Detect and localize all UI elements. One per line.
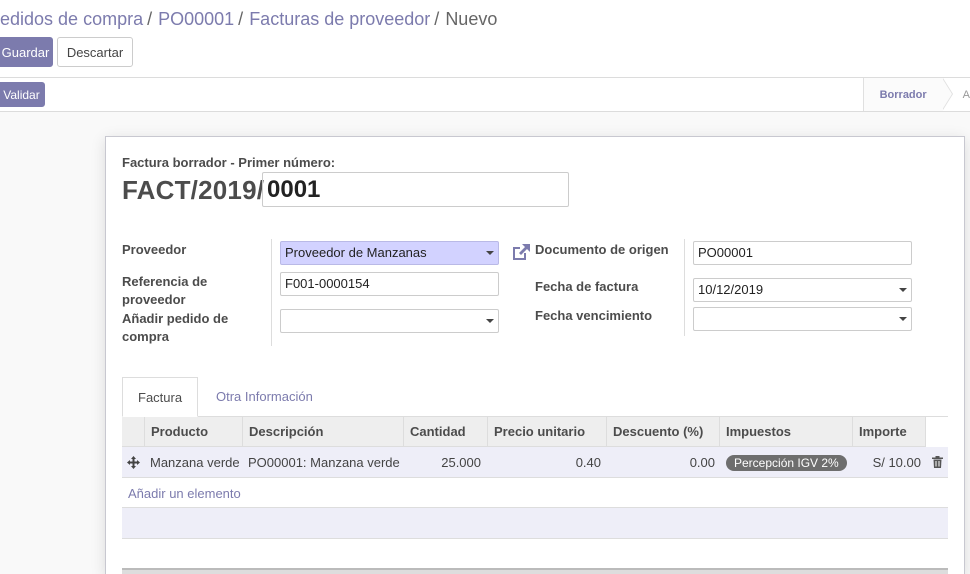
drag-handle-icon[interactable] [127,456,140,469]
draft-label: Factura borrador - Primer número: [122,155,336,170]
breadcrumb-separator: / [147,9,153,29]
table-header: Producto Descripción Cantidad Precio uni… [122,417,948,447]
add-purchase-order-select[interactable] [280,309,499,333]
source-document-input[interactable]: PO00001 [693,241,912,265]
due-date-label: Fecha vencimiento [535,308,653,323]
status-step-draft: Borrador [862,78,943,111]
add-line-link[interactable]: Añadir un elemento [128,486,241,501]
invoice-date-label: Fecha de factura [535,279,639,294]
save-button[interactable]: Guardar [0,37,53,67]
cell-discount[interactable]: 0.00 [606,447,715,478]
status-arrow-icon [941,78,959,111]
column-header-unit-price[interactable]: Precio unitario [487,417,607,447]
chevron-down-icon [899,317,907,321]
breadcrumb-purchase-orders[interactable]: edidos de compra [0,9,143,29]
supplier-reference-input[interactable]: F001-0000154 [280,272,499,296]
control-panel: edidos de compra / PO00001/Facturas de pro… [0,0,970,78]
status-step-next[interactable]: A [958,78,970,111]
breadcrumb-current: Nuevo [445,9,498,29]
supplier-label: Proveedor [122,242,187,257]
cell-quantity[interactable]: 25.000 [403,447,481,478]
invoice-date-input[interactable]: 10/12/2019 [693,278,912,302]
content-area: Factura borrador - Primer número: FACT/2… [0,112,970,574]
table-row[interactable]: Manzana verde PO00001: Manzana verde 25.… [122,447,948,478]
column-header-description[interactable]: Descripción [242,417,404,447]
breadcrumb-po[interactable]: PO00001 [158,9,234,29]
validate-button[interactable]: Validar [0,82,45,107]
breadcrumb-separator: / [238,9,244,29]
notebook-tabs: Factura Otra Información [122,377,948,417]
discard-button[interactable]: Descartar [57,37,133,67]
field-separator [684,239,685,336]
supplier-select[interactable]: Proveedor de Manzanas [280,241,499,265]
tax-badge: Percepción IGV 2% [726,455,847,471]
invoice-number-prefix: FACT/2019/ [122,175,265,205]
source-document-label: Documento de origen [535,242,669,257]
statusbar: Validar Borrador A [0,78,970,112]
breadcrumb: edidos de compra / PO00001/Facturas de pro… [0,9,497,30]
supplier-reference-label: Referencia de proveedor [122,274,208,307]
add-purchase-order-label: Añadir pedido de compra [122,311,229,344]
column-header-quantity[interactable]: Cantidad [403,417,488,447]
invoice-date-value: 10/12/2019 [698,282,764,297]
status-steps: Borrador A [862,78,970,111]
column-header-discount[interactable]: Descuento (%) [606,417,720,447]
column-header-taxes[interactable]: Impuestos [719,417,853,447]
chevron-down-icon [486,319,494,323]
cell-description[interactable]: PO00001: Manzana verde [248,447,400,478]
external-link-icon[interactable] [511,243,531,261]
empty-row [122,538,948,569]
form-sheet: Factura borrador - Primer número: FACT/2… [105,136,965,574]
cell-amount: S/ 10.00 [872,455,921,470]
field-separator [271,239,272,346]
trash-icon[interactable] [932,456,943,468]
table-footer [122,568,948,574]
cell-product[interactable]: Manzana verde [150,447,240,478]
column-header-actions [925,417,948,447]
chevron-down-icon [899,288,907,292]
breadcrumb-vendor-bills[interactable]: Facturas de proveedor [249,9,430,29]
invoice-number-input[interactable]: 0001 [262,172,569,207]
due-date-input[interactable] [693,307,912,331]
tab-invoice[interactable]: Factura [122,377,198,417]
supplier-value: Proveedor de Manzanas [285,245,427,260]
chevron-down-icon [486,251,494,255]
column-header-product[interactable]: Producto [144,417,243,447]
tab-other-info[interactable]: Otra Información [201,377,328,417]
column-header-amount[interactable]: Importe [852,417,926,447]
cell-unit-price[interactable]: 0.40 [487,447,601,478]
empty-row [122,507,948,538]
breadcrumb-separator: / [434,9,440,29]
